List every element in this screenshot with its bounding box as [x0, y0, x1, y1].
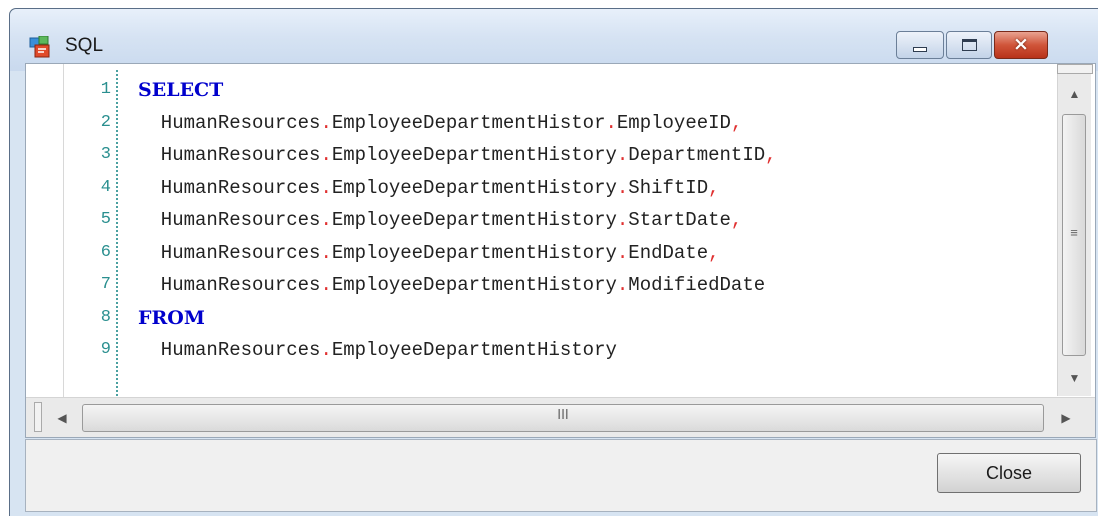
- sql-identifier: EmployeeDepartmentHistory: [331, 339, 617, 361]
- code-line[interactable]: HumanResources.EmployeeDepartmentHistory…: [138, 237, 1058, 270]
- sql-identifier: EndDate: [628, 241, 709, 264]
- sql-punctuation: .: [320, 111, 332, 134]
- sql-identifier: HumanResources: [138, 339, 321, 361]
- sql-identifier: ShiftID: [628, 176, 709, 199]
- code-line[interactable]: HumanResources.EmployeeDepartmentHistory: [138, 334, 1058, 367]
- sql-identifier: StartDate: [628, 209, 731, 231]
- sql-identifier: ModifiedDate: [628, 274, 766, 296]
- maximize-icon: [962, 39, 977, 51]
- sql-dialog-window: SQL × 123456789 SELECT HumanResources.Em…: [9, 8, 1098, 516]
- sql-identifier: EmployeeDepartmentHistory: [331, 144, 617, 166]
- sql-identifier: EmployeeDepartmentHistory: [331, 274, 617, 296]
- sql-punctuation: .: [616, 176, 629, 199]
- sql-identifier: EmployeeDepartmentHistory: [331, 209, 617, 231]
- close-icon: ×: [1013, 33, 1029, 55]
- scroll-up-arrow-icon[interactable]: ▲: [1058, 76, 1091, 112]
- sql-identifier: EmployeeDepartmentHistory: [331, 176, 617, 199]
- line-number: 3: [100, 145, 111, 164]
- vertical-scrollbar[interactable]: ▲ ≡ ▼: [1057, 64, 1093, 396]
- line-number: 8: [100, 307, 111, 327]
- line-number: 1: [100, 80, 111, 99]
- horizontal-scrollbar[interactable]: ◀ III ▶: [26, 397, 1095, 437]
- close-button[interactable]: Close: [937, 453, 1081, 493]
- sql-punctuation: .: [320, 144, 332, 166]
- minimize-button[interactable]: [896, 31, 944, 59]
- sql-punctuation: .: [320, 209, 332, 231]
- sql-identifier: EmployeeDepartmentHistor: [331, 111, 606, 134]
- sql-identifier: HumanResources: [138, 144, 321, 166]
- sql-punctuation: ,: [730, 209, 743, 231]
- sql-identifier: HumanResources: [138, 241, 321, 264]
- sql-punctuation: ,: [765, 144, 777, 166]
- title-bar[interactable]: SQL ×: [10, 9, 1098, 71]
- gutter-divider: [116, 70, 118, 396]
- scroll-down-arrow-icon[interactable]: ▼: [1058, 360, 1091, 396]
- sql-punctuation: .: [616, 241, 629, 264]
- sql-identifier: HumanResources: [138, 274, 321, 296]
- sql-punctuation: .: [320, 176, 332, 199]
- line-number-gutter: 1 2 3 4 5 6 7 8 9: [66, 74, 113, 367]
- code-line[interactable]: HumanResources.EmployeeDepartmentHistory…: [138, 139, 1058, 172]
- line-number: 9: [100, 340, 111, 359]
- sql-query-icon: [29, 36, 50, 58]
- code-line[interactable]: HumanResources.EmployeeDepartmentHistory…: [138, 172, 1058, 205]
- button-panel: Close: [25, 439, 1097, 512]
- sql-punctuation: .: [616, 144, 629, 166]
- sql-punctuation: .: [616, 274, 629, 296]
- sql-keyword: SELECT: [138, 79, 224, 101]
- code-line[interactable]: HumanResources.EmployeeDepartmentHistory…: [138, 204, 1058, 237]
- window-title: SQL: [65, 35, 104, 56]
- grip-icon: ≡: [1070, 225, 1078, 240]
- sql-punctuation: .: [605, 111, 617, 134]
- sql-identifier: HumanResources: [138, 176, 321, 199]
- scrollbar-split-handle[interactable]: [34, 402, 42, 432]
- scroll-left-arrow-icon[interactable]: ◀: [44, 398, 80, 438]
- line-number: 2: [100, 112, 111, 132]
- sql-code-area[interactable]: SELECT HumanResources.EmployeeDepartment…: [138, 74, 1058, 367]
- sql-punctuation: .: [320, 241, 332, 264]
- scroll-right-arrow-icon[interactable]: ▶: [1048, 398, 1084, 438]
- line-number: 5: [100, 210, 111, 229]
- code-line[interactable]: FROM: [138, 302, 1058, 335]
- scrollbar-split-handle[interactable]: [1057, 64, 1093, 74]
- code-line[interactable]: SELECT: [138, 74, 1058, 107]
- sql-keyword: FROM: [138, 306, 205, 329]
- close-window-button[interactable]: ×: [994, 31, 1048, 59]
- grip-icon: III: [557, 408, 569, 423]
- sql-punctuation: ,: [708, 176, 720, 199]
- sql-identifier: EmployeeID: [616, 111, 731, 134]
- sql-punctuation: ,: [730, 111, 743, 134]
- sql-editor[interactable]: 123456789 SELECT HumanResources.Employee…: [25, 63, 1096, 438]
- line-number: 6: [100, 242, 111, 262]
- sql-punctuation: .: [320, 274, 332, 296]
- line-number: 4: [100, 177, 111, 197]
- sql-punctuation: ,: [708, 241, 720, 264]
- minimize-icon: [913, 47, 927, 52]
- sql-identifier: HumanResources: [138, 209, 321, 231]
- sql-identifier: EmployeeDepartmentHistory: [331, 241, 617, 264]
- maximize-button[interactable]: [946, 31, 992, 59]
- code-line[interactable]: HumanResources.EmployeeDepartmentHistor.…: [138, 107, 1058, 140]
- code-line[interactable]: HumanResources.EmployeeDepartmentHistory…: [138, 269, 1058, 302]
- line-number: 7: [100, 275, 111, 294]
- editor-margin: [26, 64, 64, 397]
- sql-punctuation: .: [320, 339, 332, 361]
- sql-identifier: DepartmentID: [628, 144, 766, 166]
- sql-identifier: HumanResources: [138, 111, 321, 134]
- horizontal-scroll-thumb[interactable]: III: [82, 404, 1044, 432]
- sql-punctuation: .: [616, 209, 629, 231]
- vertical-scroll-thumb[interactable]: ≡: [1062, 114, 1086, 356]
